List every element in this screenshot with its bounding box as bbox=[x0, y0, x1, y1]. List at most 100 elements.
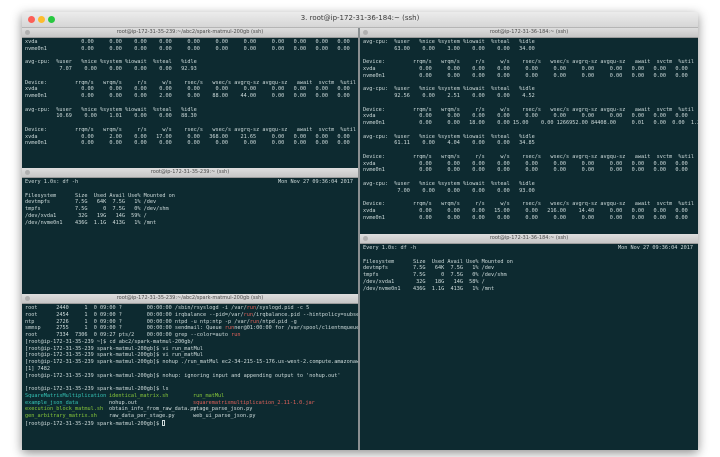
terminal-line: xvda 0.00 0.00 0.00 0.00 0.00 0.00 0.00 … bbox=[25, 86, 350, 93]
ls-row: execution_block_matmul.sh obtain_info_fro… bbox=[25, 406, 355, 413]
terminal-line: xvda 0.00 0.00 0.00 0.00 0.00 0.00 0.00 … bbox=[363, 160, 688, 167]
terminal-window: 3. root@ip-172-31-36-184:~ (ssh) root@ip… bbox=[22, 12, 698, 450]
pane-title: root@ip-172-31-36-184:~ (ssh) bbox=[489, 235, 569, 241]
pane-iostat-left[interactable]: root@ip-172-31-35-239:~/abc2/spark-matmu… bbox=[22, 28, 358, 167]
terminal-line: 63.00 0.00 3.00 0.00 0.00 34.00 bbox=[363, 45, 535, 52]
pane-status-icon bbox=[25, 170, 30, 175]
terminal-line: tmpfs 7.5G 0 7.5G 0% /dev/shm bbox=[25, 206, 169, 212]
terminal-line: avg-cpu: %user %nice %system %iowait %st… bbox=[363, 39, 535, 45]
terminal-line: /dev/nvme0n1 436G 1.1G 413G 1% /mnt bbox=[363, 285, 495, 292]
terminal-line: Filesystem Size Used Avail Use% Mounted … bbox=[25, 192, 175, 199]
pane-output: root 2440 1 0 09:00 ? 00:00:00 /sbin/rsy… bbox=[22, 304, 358, 427]
terminal-line: [root@ip-172-31-35-239 spark-matmul-200g… bbox=[25, 372, 341, 379]
watch-timestamp: Mon Nov 27 09:36:04 2017 bbox=[618, 245, 693, 251]
terminal-line: xvda 0.00 0.00 0.00 0.00 0.00 0.00 0.00 … bbox=[363, 66, 688, 72]
terminal-line: tmpfs 7.5G 0 7.5G 0% /dev/shm bbox=[363, 272, 507, 278]
cursor-icon bbox=[162, 419, 166, 426]
terminal-line: nvme0n1 0.00 0.00 0.00 0.00 0.00 0.00 0.… bbox=[25, 45, 350, 52]
terminal-line: nvme0n1 0.00 0.00 0.00 0.00 0.00 0.00 0.… bbox=[363, 167, 688, 174]
prompt-text: [root@ip-172-31-35-239 spark-matmul-200g… bbox=[25, 420, 163, 427]
ls-entry: stage_parse_json.py bbox=[193, 406, 253, 413]
pane-header: root@ip-172-31-36-184:~ (ssh) bbox=[360, 234, 698, 244]
pane-shell-left[interactable]: root@ip-172-31-35-239:~/abc2/spark-matmu… bbox=[22, 294, 358, 450]
terminal-line: [root@ip-172-31-35-239 ~]$ cd abc2/spark… bbox=[25, 338, 194, 345]
pane-df-right[interactable]: root@ip-172-31-36-184:~ (ssh) Every 1.0s… bbox=[360, 234, 698, 450]
ls-row: example_json_data nohup.out squarematrixmu… bbox=[25, 400, 355, 407]
grep-match: run bbox=[224, 325, 235, 332]
window-titlebar: 3. root@ip-172-31-36-184:~ (ssh) bbox=[22, 12, 698, 28]
pane-output: Every 1.0s: df -h Mon Nov 27 09:36:04 201… bbox=[360, 244, 698, 292]
pane-title: root@ip-172-31-36-184:~ (ssh) bbox=[489, 29, 569, 35]
terminal-line: [1] 7482 bbox=[25, 365, 50, 372]
terminal-line: avg-cpu: %user %nice %system %iowait %st… bbox=[363, 133, 535, 140]
grep-match: run bbox=[243, 311, 253, 318]
ls-entry: squarematrixmultiplication_2.11-1.0.jar bbox=[193, 399, 315, 406]
terminal-line: xvda 0.00 0.00 0.00 0.00 0.00 0.00 0.00 … bbox=[25, 39, 350, 45]
df-output: Filesystem Size Used Avail Use% Mounted … bbox=[25, 186, 355, 227]
pane-status-icon bbox=[363, 236, 368, 241]
pane-title: root@ip-172-31-35-239:~/abc2/spark-matmu… bbox=[116, 295, 264, 301]
pane-output: avg-cpu: %user %nice %system %iowait %st… bbox=[360, 38, 698, 221]
terminal-line: xvda 0.00 0.00 0.00 15.00 0.00 216.00 14… bbox=[363, 207, 688, 214]
terminal-line: [root@ip-172-31-35-239 spark-matmul-200g… bbox=[25, 386, 169, 392]
terminal-line: nvme0n1 0.00 0.00 18.00 0.00 15.00 0.00 … bbox=[363, 120, 698, 126]
pane-status-icon bbox=[25, 30, 30, 35]
terminal-line: /dev/nvme0n1 436G 1.1G 413G 1% /mnt bbox=[25, 219, 157, 226]
ls-entry: SquareMatrixMultiplication bbox=[25, 392, 107, 399]
pane-divider-vertical[interactable] bbox=[358, 28, 360, 450]
terminal-line: 7.00 0.00 0.00 0.00 0.00 93.00 bbox=[363, 187, 535, 194]
pane-title: root@ip-172-31-35-239:~ (ssh) bbox=[150, 169, 230, 175]
ls-entry: execution_block_matmul.sh bbox=[25, 406, 104, 413]
terminal-line: 92.56 0.00 2.51 0.00 0.00 4.52 bbox=[363, 93, 535, 99]
ls-row: SquareMatrixMultiplication identical_matr… bbox=[25, 393, 355, 400]
terminal-line: xvda 0.00 2.00 0.00 17.00 0.00 368.00 21… bbox=[25, 133, 350, 140]
grep-match: run bbox=[249, 318, 260, 325]
pane-output: xvda 0.00 0.00 0.00 0.00 0.00 0.00 0.00 … bbox=[22, 38, 358, 161]
ls-entry: example_json_data bbox=[25, 399, 79, 406]
terminal-line: [root@ip-172-31-35-239 spark-matmul-200g… bbox=[25, 359, 358, 365]
pane-status-icon bbox=[363, 30, 368, 35]
terminal-line: Device: rrqm/s wrqm/s r/s w/s rsec/s wse… bbox=[25, 79, 357, 86]
ls-entry: raw_data_per_stage.py bbox=[109, 413, 175, 419]
shell-prompt[interactable]: [root@ip-172-31-35-239 spark-matmul-200g… bbox=[25, 419, 355, 427]
ls-output: SquareMatrixMultiplication identical_matr… bbox=[25, 393, 355, 420]
window-title: 3. root@ip-172-31-36-184:~ (ssh) bbox=[300, 14, 420, 22]
ps-line: smmsp 2755 1 0 09:00 ? 00:00:00 sendmail… bbox=[25, 325, 358, 332]
ps-line: root 2454 1 0 09:00 ? 00:00:00 irqbalanc… bbox=[25, 311, 358, 318]
ps-line: ntp 2726 1 0 09:00 ? 00:00:00 ntpd -u nt… bbox=[25, 318, 297, 325]
pane-status-icon bbox=[25, 296, 30, 301]
terminal-line: devtmpfs 7.5G 64K 7.5G 1% /dev bbox=[363, 265, 495, 272]
ls-row: gen_arbitrary_matrix.sh raw_data_per_stag… bbox=[25, 413, 355, 420]
terminal-line: devtmpfs 7.5G 64K 7.5G 1% /dev bbox=[25, 199, 157, 206]
watch-timestamp: Mon Nov 27 09:36:04 2017 bbox=[278, 179, 353, 185]
grep-match: run bbox=[246, 305, 257, 311]
ps-output: root 2440 1 0 09:00 ? 00:00:00 /sbin/rsy… bbox=[25, 305, 358, 339]
terminal-line: /dev/xvda1 32G 18G 14G 58% / bbox=[363, 278, 485, 285]
terminal-line: nvme0n1 0.00 0.00 0.00 0.00 0.00 0.00 0.… bbox=[25, 140, 350, 147]
terminal-line: /dev/xvda1 32G 19G 14G 59% / bbox=[25, 212, 147, 219]
terminal-line: 7.07 0.00 0.00 0.00 0.00 92.93 bbox=[25, 66, 197, 72]
terminal-line: Device: rrqm/s wrqm/s r/s w/s rsec/s wse… bbox=[363, 153, 695, 160]
ls-entry: gen_arbitrary_matrix.sh bbox=[25, 413, 97, 419]
ls-entry: obtain_info_from_raw_data.py bbox=[109, 406, 197, 413]
terminal-line: Device: rrqm/s wrqm/s r/s w/s rsec/s wse… bbox=[363, 106, 695, 113]
terminal-line: 61.11 0.00 4.04 0.00 0.00 34.85 bbox=[363, 140, 535, 147]
ls-entry: web_ui_parse_json.py bbox=[193, 413, 256, 419]
pane-iostat-right[interactable]: root@ip-172-31-36-184:~ (ssh) avg-cpu: %… bbox=[360, 28, 698, 233]
grep-match: run bbox=[231, 332, 241, 338]
pane-df-left[interactable]: root@ip-172-31-35-239:~ (ssh) Every 1.0s… bbox=[22, 168, 358, 293]
terminal-line: [root@ip-172-31-35-239 spark-matmul-200g… bbox=[25, 345, 204, 352]
pane-output: Every 1.0s: df -h Mon Nov 27 09:36:04 201… bbox=[22, 178, 358, 226]
terminal-line: avg-cpu: %user %nice %system %iowait %st… bbox=[363, 180, 535, 187]
ls-entry: run_matMul bbox=[193, 392, 225, 399]
